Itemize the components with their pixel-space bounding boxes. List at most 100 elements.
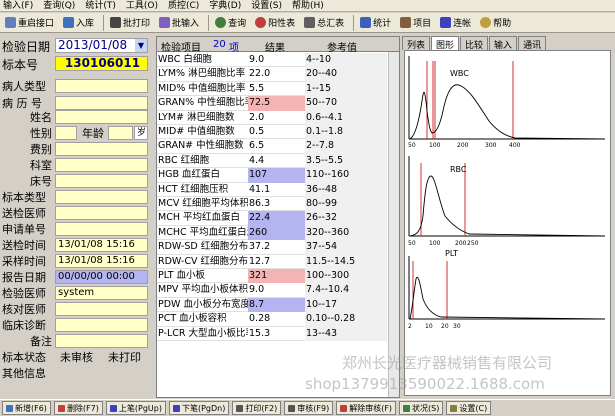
delete-button[interactable]: 删除(F7) — [53, 401, 103, 415]
prev-record-button[interactable]: 上笔(PgUp) — [105, 401, 166, 415]
settings-button[interactable]: 设置(C) — [446, 401, 492, 415]
table-row[interactable]: P-LCR 大型血小板比率 15.3 13--43 — [157, 326, 387, 341]
menu-stats[interactable]: 统计(T) — [85, 0, 116, 12]
specimen-type-label: 标本类型 — [2, 191, 46, 204]
patient-type-field[interactable] — [55, 79, 148, 93]
tab-list[interactable]: 列表 — [402, 36, 431, 51]
print-button[interactable]: 打印(F2) — [232, 401, 282, 415]
statistics-button[interactable]: 统计 — [357, 14, 394, 32]
table-row[interactable]: LYM# 淋巴细胞数 2.0 0.6--4.1 — [157, 110, 387, 125]
name-field[interactable] — [55, 110, 148, 124]
table-row[interactable]: MPV 平均血小板体积 9.0 7.4--10.4 — [157, 283, 387, 298]
remark-field[interactable] — [55, 334, 148, 348]
verify-doctor-field[interactable] — [55, 302, 148, 316]
status-button[interactable]: 状况(S) — [399, 401, 444, 415]
tab-graph[interactable]: 图形 — [431, 36, 460, 51]
table-row[interactable]: MCHC 平均血红蛋白浓度260320--360 — [157, 225, 387, 241]
help-button[interactable]: 帮助 — [477, 14, 514, 32]
table-row[interactable]: RBC 红细胞 4.4 3.5--5.5 — [157, 153, 387, 169]
review-button[interactable]: 审核(F9) — [284, 401, 334, 415]
table-row[interactable]: PLT 血小板 321 100--300 — [157, 269, 387, 284]
table-row[interactable]: MCV 红细胞平均体积 86.3 80--99 — [157, 197, 387, 212]
item-result[interactable]: 86.3 — [248, 197, 305, 211]
table-scrollbar[interactable] — [388, 52, 399, 397]
menu-tools[interactable]: 工具(O) — [126, 0, 158, 12]
item-result[interactable]: 12.7 — [248, 255, 305, 269]
age-unit-field[interactable]: 岁 — [134, 126, 148, 140]
table-row[interactable]: PCT 血小板容积 0.28 0.10--0.28 — [157, 312, 387, 327]
table-row[interactable]: RDW-SD 红细胞分布宽度37.237--54 — [157, 240, 387, 255]
bed-field[interactable] — [55, 174, 148, 188]
table-row[interactable]: MID# 中值细胞数 0.5 0.1--1.8 — [157, 125, 387, 140]
item-result[interactable]: 0.28 — [248, 312, 305, 326]
items-button[interactable]: 项目 — [397, 14, 434, 32]
item-result[interactable]: 6.5 — [248, 139, 305, 153]
item-result[interactable]: 22.0 — [248, 67, 305, 81]
table-row[interactable]: MID% 中值细胞比率 5.5 1--15 — [157, 81, 387, 97]
menu-query[interactable]: 查询(Q) — [43, 0, 75, 12]
menu-input[interactable]: 输入(F) — [3, 0, 33, 12]
batch-print-button[interactable]: 批打印 — [107, 14, 153, 32]
tab-comm[interactable]: 通讯 — [518, 36, 547, 51]
item-result[interactable]: 37.2 — [248, 240, 305, 254]
positive-table-button[interactable]: 阳性表 — [252, 14, 298, 32]
add-button[interactable]: 新增(F6) — [2, 401, 51, 415]
item-result[interactable]: 4.4 — [248, 154, 305, 168]
fee-field[interactable] — [55, 142, 148, 156]
dept-field[interactable] — [55, 158, 148, 172]
import-button[interactable]: 入库 — [60, 14, 97, 32]
summary-table-button[interactable]: 总汇表 — [301, 14, 347, 32]
item-result[interactable]: 5.5 — [248, 82, 305, 96]
check-doctor-field[interactable]: system — [55, 286, 148, 300]
item-result[interactable]: 107 — [248, 168, 305, 183]
item-result[interactable]: 8.7 — [248, 297, 305, 313]
case-no-field[interactable] — [55, 96, 148, 110]
menu-help[interactable]: 帮助(H) — [292, 0, 324, 12]
item-result[interactable]: 0.5 — [248, 125, 305, 139]
menu-settings[interactable]: 设置(S) — [251, 0, 282, 12]
table-row[interactable]: PDW 血小板分布宽度 8.7 10--17 — [157, 297, 387, 313]
collect-time-field[interactable]: 13/01/08 15:16 — [55, 254, 148, 268]
batch-input-button[interactable]: 批输入 — [156, 14, 202, 32]
apply-no-field[interactable] — [55, 222, 148, 236]
item-result[interactable]: 321 — [248, 269, 305, 284]
item-reference: 4--10 — [305, 53, 387, 68]
next-record-button[interactable]: 下笔(PgDn) — [168, 401, 230, 415]
table-row[interactable]: MCH 平均红血蛋白 22.4 26--32 — [157, 211, 387, 226]
item-result[interactable]: 15.3 — [248, 327, 305, 341]
item-result[interactable]: 9.0 — [248, 283, 305, 297]
item-result[interactable]: 260 — [248, 225, 305, 241]
table-row[interactable]: GRAN% 中性细胞比率 72.5 50--70 — [157, 96, 387, 111]
item-result[interactable]: 9.0 — [248, 53, 305, 67]
menu-dict[interactable]: 字典(D) — [209, 0, 241, 12]
item-result[interactable]: 22.4 — [248, 211, 305, 226]
item-result[interactable]: 72.5 — [248, 96, 305, 111]
table-row[interactable]: HGB 血红蛋白 107 110--160 — [157, 168, 387, 183]
status-unreviewed: 未审核 — [60, 351, 93, 364]
connect-button[interactable]: 连帐 — [437, 14, 474, 32]
specimen-type-field[interactable] — [55, 190, 148, 204]
report-date-field[interactable]: 00/00/00 00:00 — [55, 270, 148, 284]
date-picker[interactable]: 2013/01/08 ▼ — [55, 38, 148, 53]
age-field[interactable] — [108, 126, 133, 140]
diagnosis-field[interactable] — [55, 318, 148, 332]
table-row[interactable]: GRAN# 中性细胞数 6.5 2--7.8 — [157, 139, 387, 154]
table-row[interactable]: RDW-CV 红细胞分布宽度12.711.5--14.5 — [157, 254, 387, 269]
specimen-field[interactable]: 130106011 — [55, 56, 148, 71]
send-doctor-field[interactable] — [55, 206, 148, 220]
menu-qc[interactable]: 质控(C) — [168, 0, 199, 12]
table-row[interactable]: WBC 白细胞 9.0 4--10 — [157, 53, 387, 68]
sex-field[interactable] — [55, 126, 77, 140]
table-row[interactable]: HCT 红细胞压积 41.1 36--48 — [157, 182, 387, 197]
query-button[interactable]: 查询 — [212, 14, 249, 32]
table-row[interactable]: LYM% 淋巴细胞比率 22.0 20--40 — [157, 67, 387, 82]
tab-input[interactable]: 输入 — [489, 36, 518, 51]
chevron-down-icon[interactable]: ▼ — [135, 39, 147, 52]
send-time-field[interactable]: 13/01/08 15:16 — [55, 238, 148, 252]
unreview-button[interactable]: 解除审核(F) — [336, 401, 397, 415]
search-icon — [215, 17, 227, 28]
item-result[interactable]: 41.1 — [248, 183, 305, 197]
item-result[interactable]: 2.0 — [248, 111, 305, 125]
restart-interface-button[interactable]: 重启接口 — [2, 14, 57, 32]
tab-compare[interactable]: 比较 — [460, 36, 489, 51]
